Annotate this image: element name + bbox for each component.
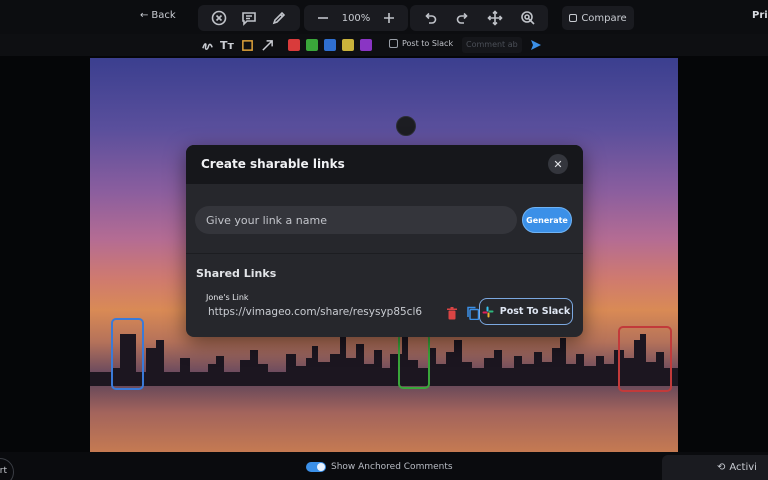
post-to-slack-button-label: Post To Slack [499, 306, 571, 317]
annotation-tools: Tт [200, 35, 372, 55]
trash-icon[interactable] [446, 307, 458, 321]
post-to-slack-button[interactable]: Post To Slack [479, 298, 573, 325]
close-button[interactable]: ✕ [548, 154, 568, 174]
water-reflection [90, 386, 678, 452]
generate-button[interactable]: Generate [522, 207, 572, 233]
activity-label: Activi [729, 462, 757, 473]
bottom-bar: rt Show Anchored Comments ⟲ Activi [0, 452, 768, 480]
divider [186, 253, 583, 254]
link-name-input[interactable] [195, 206, 517, 234]
modal-title: Create sharable links [201, 157, 345, 171]
zoom-in-button[interactable] [380, 9, 398, 27]
back-label: Back [151, 10, 176, 21]
right-menu-label[interactable]: Pri [752, 10, 768, 21]
rectangle-tool-icon[interactable] [240, 38, 254, 52]
anchored-comments-label: Show Anchored Comments [331, 462, 453, 472]
arrow-tool-icon[interactable] [260, 38, 274, 52]
color-swatch-yellow[interactable] [342, 39, 354, 51]
copy-icon[interactable] [466, 306, 480, 320]
compare-button[interactable]: Compare [562, 6, 634, 30]
text-tool-icon[interactable]: Tт [220, 38, 234, 52]
shared-link-item: Jone's Link https://vimageo.com/share/re… [196, 288, 480, 324]
app: ← Back 100% Compare Pri Tт Post to Slack… [0, 0, 768, 480]
back-button[interactable]: ← Back [140, 10, 176, 21]
zoom-group: 100% [304, 5, 408, 31]
annotation-box-green[interactable] [398, 333, 430, 389]
view-tools-group [198, 5, 300, 31]
comment-pin-icon[interactable] [396, 116, 416, 136]
color-swatch-blue[interactable] [324, 39, 336, 51]
freehand-icon[interactable] [200, 38, 214, 52]
target-cursor-icon[interactable] [519, 9, 537, 27]
anchored-comments-toggle[interactable]: Show Anchored Comments [306, 462, 453, 472]
color-swatch-purple[interactable] [360, 39, 372, 51]
annotation-toolbar: Tт Post to Slack Comment ab [0, 34, 768, 56]
edit-tools-group [410, 5, 548, 31]
color-swatch-green[interactable] [306, 39, 318, 51]
link-url[interactable]: https://vimageo.com/share/resysyp85cl6 [208, 306, 438, 318]
annotation-box-red[interactable] [618, 326, 672, 392]
shared-links-heading: Shared Links [196, 267, 277, 280]
modal-header: Create sharable links ✕ [186, 145, 583, 184]
annotation-box-blue[interactable] [111, 318, 144, 390]
zoom-out-button[interactable] [314, 9, 332, 27]
comment-input[interactable]: Comment ab [462, 37, 522, 53]
close-icon: ✕ [553, 157, 563, 171]
checkbox-icon [389, 39, 398, 48]
draw-pen-icon[interactable] [270, 9, 288, 27]
link-name: Jone's Link [206, 293, 249, 302]
compare-icon [569, 14, 578, 22]
bottom-left-button[interactable]: rt [0, 458, 14, 480]
top-toolbar: ← Back 100% Compare Pri [0, 0, 768, 34]
slack-icon [482, 306, 494, 317]
post-to-slack-label: Post to Slack [402, 39, 454, 48]
redo-icon[interactable] [454, 9, 472, 27]
activity-button[interactable]: ⟲ Activi [662, 455, 768, 480]
send-icon[interactable] [529, 38, 543, 52]
link-name-field [195, 206, 517, 234]
toggle-switch[interactable] [306, 462, 326, 472]
undo-icon[interactable] [421, 9, 439, 27]
post-to-slack-checkbox[interactable]: Post to Slack [389, 39, 453, 48]
arrow-left-icon: ← [140, 10, 149, 21]
zoom-level: 100% [341, 12, 371, 24]
move-icon[interactable] [486, 9, 504, 27]
comment-icon[interactable] [240, 9, 258, 27]
cancel-circle-icon[interactable] [210, 9, 228, 27]
share-links-modal: Create sharable links ✕ Generate Shared … [186, 145, 583, 337]
color-swatch-red[interactable] [288, 39, 300, 51]
history-icon: ⟲ [717, 462, 726, 473]
compare-label: Compare [581, 12, 627, 24]
